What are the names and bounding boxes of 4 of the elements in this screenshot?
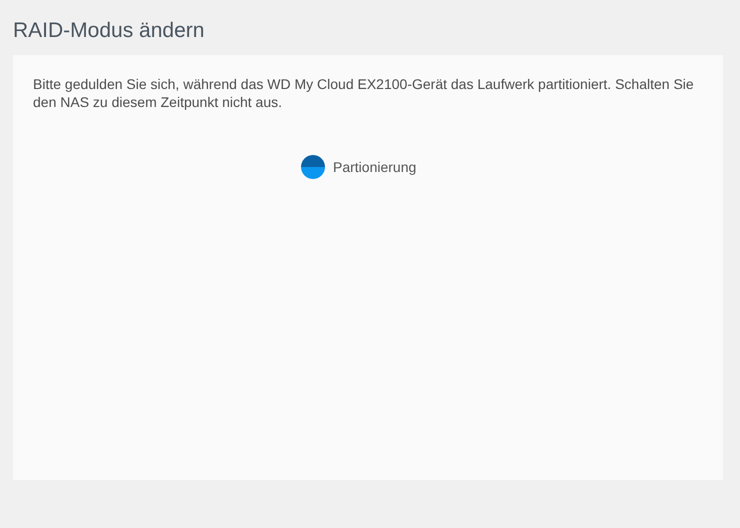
page-title: RAID-Modus ändern xyxy=(13,18,204,44)
status-label: Partionierung xyxy=(333,159,416,175)
spinner-icon xyxy=(301,155,325,179)
info-message: Bitte gedulden Sie sich, während das WD My Cloud EX2100-Gerät das Laufwerk partitioniert. Schalten Sie den NAS zu diesem Zeitpunkt nicht aus. xyxy=(33,75,695,111)
